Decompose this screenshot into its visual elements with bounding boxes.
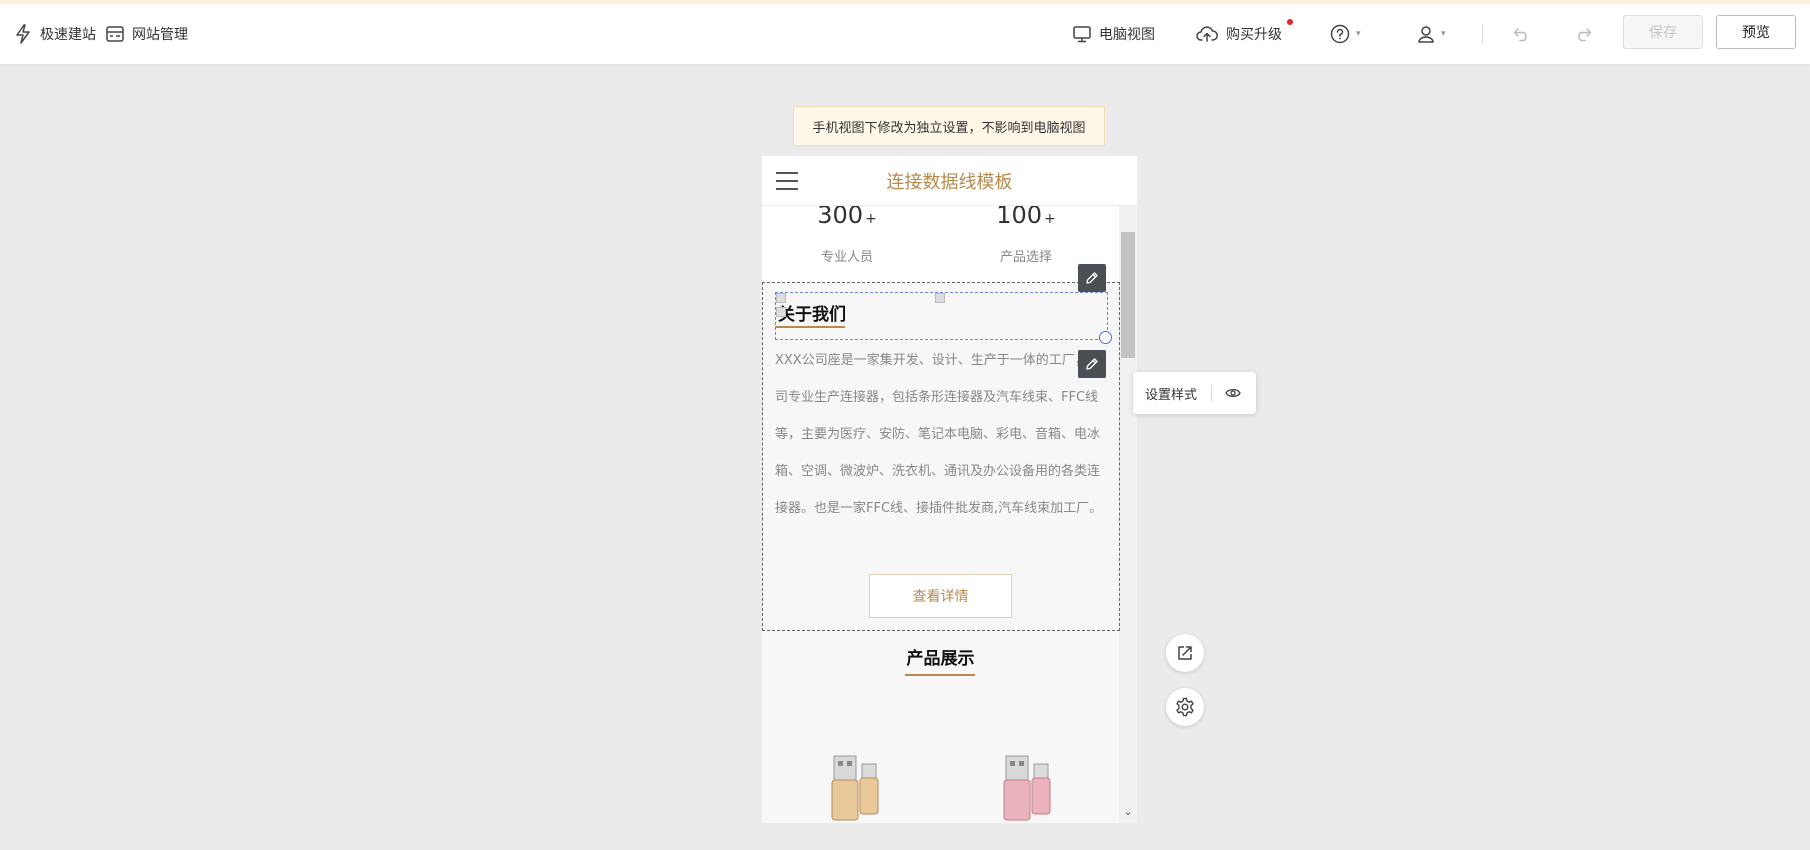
user-icon: [1418, 25, 1434, 43]
account-menu[interactable]: ▾: [1417, 4, 1446, 64]
phone-header: 连接数据线模板: [762, 156, 1137, 206]
chevron-down-icon[interactable]: ⌄: [1122, 806, 1134, 818]
chevron-down-icon: ▾: [1441, 29, 1446, 39]
eye-icon[interactable]: [1225, 385, 1241, 401]
product-image-pink-cable[interactable]: [996, 752, 1056, 823]
help-menu[interactable]: ▾: [1330, 4, 1361, 64]
share-icon: [1178, 646, 1192, 660]
preview-button[interactable]: 预览: [1716, 15, 1796, 49]
cloud-upload-icon: [1196, 26, 1218, 42]
redo-button[interactable]: [1574, 4, 1592, 64]
popover-divider: [1211, 385, 1212, 401]
gear-icon: [1176, 697, 1194, 717]
drag-handle[interactable]: [935, 293, 945, 303]
edit-module-button[interactable]: [1078, 264, 1106, 292]
chevron-down-icon: ▾: [1356, 29, 1361, 39]
pencil-icon: [1086, 272, 1098, 284]
monitor-icon: [1073, 25, 1091, 42]
stat-caption: 专业人员: [820, 250, 873, 265]
stat-staff: 300 + 专业人员: [762, 206, 932, 265]
undo-button[interactable]: [1513, 4, 1531, 64]
quick-build-button[interactable]: 极速建站: [14, 4, 96, 64]
share-button[interactable]: [1166, 634, 1204, 672]
title-underline: [905, 674, 975, 676]
top-toolbar: 极速建站 网站管理 电脑视图 购买升级 ▾ ▾ 保存 预览: [0, 4, 1810, 64]
mobile-view-notice: 手机视图下修改为独立设置，不影响到电脑视图: [793, 106, 1105, 146]
site-manage-icon: [106, 26, 124, 42]
undo-icon: [1513, 28, 1527, 42]
set-style-popover: 设置样式: [1133, 372, 1256, 414]
desktop-view-label: 电脑视图: [1099, 27, 1155, 43]
notification-dot: [1287, 19, 1293, 25]
buy-upgrade-label: 购买升级: [1226, 27, 1282, 43]
stat-caption: 产品选择: [999, 250, 1052, 265]
settings-button[interactable]: [1166, 688, 1204, 726]
toolbar-divider: [1482, 24, 1483, 44]
product-image-gold-cable[interactable]: [824, 752, 884, 823]
lightning-icon: [16, 24, 30, 44]
drag-handle[interactable]: [776, 293, 786, 303]
resize-handle[interactable]: [1099, 331, 1112, 344]
products-title: 产品展示: [906, 649, 975, 669]
site-title: 连接数据线模板: [886, 172, 1013, 193]
desktop-view-button[interactable]: 电脑视图: [1073, 4, 1155, 64]
stat-number: 300 +: [817, 206, 877, 229]
scrollbar-thumb[interactable]: [1121, 232, 1135, 358]
edit-text-button[interactable]: [1078, 350, 1106, 378]
site-manage-button[interactable]: 网站管理: [106, 4, 188, 64]
save-button[interactable]: 保存: [1623, 15, 1703, 49]
stat-number: 100 +: [996, 206, 1056, 229]
set-style-button[interactable]: 设置样式: [1145, 372, 1197, 414]
quick-build-label: 极速建站: [40, 27, 96, 43]
buy-upgrade-button[interactable]: 购买升级: [1196, 4, 1282, 64]
pencil-icon: [1086, 358, 1098, 370]
products-section[interactable]: 产品展示: [762, 632, 1119, 823]
site-manage-label: 网站管理: [132, 27, 188, 43]
help-icon: [1330, 24, 1350, 44]
stat-products: 100 + 产品选择: [941, 206, 1111, 265]
drag-handle[interactable]: [776, 307, 786, 317]
redo-icon: [1578, 28, 1592, 42]
